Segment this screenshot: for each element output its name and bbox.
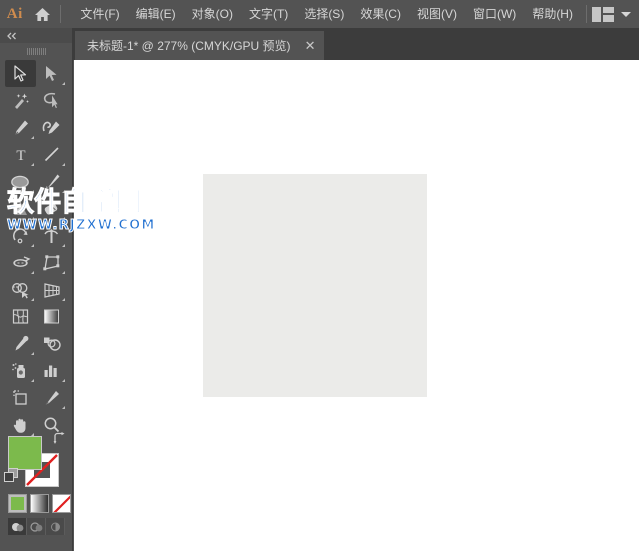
menu-type[interactable]: 文字(T) [241,3,296,25]
fill-mode-color[interactable] [8,494,27,513]
ai-logo-icon: Ai [6,5,23,22]
menu-bar: Ai 文件(F) 编辑(E) 对象(O) 文字(T) 选择(S) 效果(C) 视… [0,0,639,28]
blend-tool[interactable] [36,330,67,357]
color-controls [0,428,73,551]
rotate-tool[interactable] [5,222,36,249]
flyout-indicator-icon [31,190,34,193]
menu-items: 文件(F) 编辑(E) 对象(O) 文字(T) 选择(S) 效果(C) 视图(V… [72,3,581,25]
mesh-tool[interactable] [5,303,36,330]
flyout-indicator-icon [31,136,34,139]
gradient-tool[interactable] [36,303,67,330]
flyout-indicator-icon [62,190,65,193]
flyout-indicator-icon [62,82,65,85]
flyout-indicator-icon [62,379,65,382]
curvature-tool[interactable] [36,114,67,141]
fill-stroke-swatches [0,428,73,490]
canvas-area[interactable] [74,60,639,551]
artboard-rectangle[interactable] [203,174,427,397]
tools-panel: T [0,28,73,551]
swap-fill-stroke-icon[interactable] [53,432,66,450]
fill-swatch[interactable] [8,436,42,470]
document-tab-label: 未标题-1* @ 277% (CMYK/GPU 预览) [87,39,291,53]
artboard-tool[interactable] [5,384,36,411]
document-tab[interactable]: 未标题-1* @ 277% (CMYK/GPU 预览) ✕ [75,31,325,60]
screen-mode-button[interactable] [0,535,73,551]
close-icon[interactable]: ✕ [305,39,316,52]
flyout-indicator-icon [31,163,34,166]
lasso-tool[interactable] [36,87,67,114]
flyout-indicator-icon [31,244,34,247]
shape-builder-tool[interactable] [5,276,36,303]
default-fill-stroke-icon[interactable] [4,468,19,488]
pen-tool[interactable] [5,114,36,141]
workspace-switcher-icon[interactable] [592,6,614,22]
ellipse-tool[interactable] [5,168,36,195]
svg-text:T: T [16,148,25,163]
menu-divider [60,5,62,23]
menu-select[interactable]: 选择(S) [296,3,352,25]
chevron-down-icon[interactable] [621,11,631,17]
document-tab-bar: 未标题-1* @ 277% (CMYK/GPU 预览) ✕ [0,28,639,60]
draw-inside-mode[interactable] [46,518,65,535]
shaper-tool[interactable] [5,195,36,222]
type-tool[interactable]: T [5,141,36,168]
tools-grid: T [0,59,72,438]
menu-view[interactable]: 视图(V) [409,3,465,25]
menu-effect[interactable]: 效果(C) [352,3,409,25]
flyout-indicator-icon [31,271,34,274]
slice-tool[interactable] [36,384,67,411]
selection-tool[interactable] [5,60,36,87]
double-chevron-left-icon[interactable] [0,28,72,43]
flyout-indicator-icon [62,298,65,301]
menu-window[interactable]: 窗口(W) [465,3,524,25]
flyout-indicator-icon [31,217,34,220]
scale-tool[interactable] [36,222,67,249]
home-icon[interactable] [29,0,55,28]
menubar-right-controls [581,5,639,23]
flyout-indicator-icon [31,352,34,355]
perspective-grid-tool[interactable] [36,276,67,303]
flyout-indicator-icon [62,163,65,166]
draw-behind-mode[interactable] [27,518,46,535]
fill-mode-none[interactable] [52,494,71,513]
width-tool[interactable] [5,249,36,276]
eyedropper-tool[interactable] [5,330,36,357]
flyout-indicator-icon [31,379,34,382]
menu-edit[interactable]: 编辑(E) [128,3,184,25]
flyout-indicator-icon [31,298,34,301]
draw-normal-mode[interactable] [8,518,27,535]
menu-help[interactable]: 帮助(H) [524,3,581,25]
line-segment-tool[interactable] [36,141,67,168]
paintbrush-tool[interactable] [36,168,67,195]
direct-selection-tool[interactable] [36,60,67,87]
menu-object[interactable]: 对象(O) [184,3,241,25]
fill-mode-buttons [0,490,73,513]
flyout-indicator-icon [62,217,65,220]
fill-mode-gradient[interactable] [30,494,49,513]
draw-mode-buttons [0,513,73,535]
panel-grip-icon[interactable] [0,43,72,59]
menubar-right-divider [586,5,587,23]
column-graph-tool[interactable] [36,357,67,384]
eraser-tool[interactable] [36,195,67,222]
flyout-indicator-icon [62,406,65,409]
flyout-indicator-icon [62,271,65,274]
menu-file[interactable]: 文件(F) [72,3,127,25]
magic-wand-tool[interactable] [5,87,36,114]
flyout-indicator-icon [62,244,65,247]
illustrator-window: Ai 文件(F) 编辑(E) 对象(O) 文字(T) 选择(S) 效果(C) 视… [0,0,639,551]
symbol-sprayer-tool[interactable] [5,357,36,384]
free-transform-tool[interactable] [36,249,67,276]
